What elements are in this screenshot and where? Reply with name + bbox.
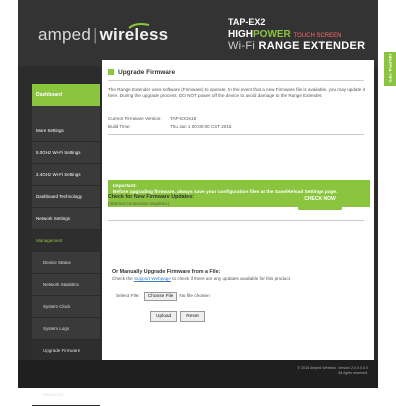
sidebar-item-2-4ghz[interactable]: 2.4GHz Wi-Fi Settings (32, 164, 100, 186)
build-time-value: Thu Jan 1 00:00:00 CST 2015 (170, 124, 232, 129)
sidebar-item-system-clock[interactable]: System Clock (32, 296, 100, 318)
sidebar-dashboard[interactable]: Dashboard (32, 84, 100, 106)
sidebar-item-5ghz[interactable]: 5.0GHz Wi-Fi Settings (32, 142, 100, 164)
file-name-status: No file chosen (179, 294, 210, 299)
divider (108, 220, 364, 221)
sidebar-item-device-status[interactable]: Device Status (32, 252, 100, 274)
header: amped | wireless TAP-EX2 HIGHPOWER TOUCH S… (18, 0, 378, 66)
manual-upgrade-title: Or Manually Upgrade Firmware from a File… (112, 269, 221, 275)
footer: © 2015 Amped Wireless. Version 2.0.0.0.0… (18, 360, 378, 388)
build-time-label: Build Time: (108, 124, 131, 129)
sidebar: Dashboard More Settings 5.0GHz Wi-Fi Set… (32, 84, 100, 406)
tagline-highpower: HIGHPOWER TOUCH SCREEN (228, 29, 342, 40)
sidebar-item-system-logs[interactable]: System Logs (32, 318, 100, 340)
brand-left: amped (38, 25, 91, 44)
main-content: Upgrade Firmware The Range Extender uses… (102, 60, 374, 360)
page-title: Upgrade Firmware (108, 69, 175, 76)
firmware-info: Current Firmware Version: TAP-EX2v19 Buil… (108, 116, 231, 132)
model-name: TAP-EX2 (228, 17, 266, 27)
current-version-label: Current Firmware Version: (108, 116, 162, 121)
select-file-label: Select File: (116, 294, 140, 299)
support-webpage-link[interactable]: Support Webpage (134, 276, 171, 281)
sidebar-item-network-statistics[interactable]: Network Statistics (32, 274, 100, 296)
reset-button[interactable]: Reset (180, 311, 205, 322)
product-title: TAP-EX2 HIGHPOWER TOUCH SCREEN Wi-Fi RAN… (228, 17, 368, 52)
helpful-tips-tab[interactable]: HELPFUL TIPS (384, 52, 396, 86)
tagline-range-extender: Wi-Fi RANGE EXTENDER (228, 40, 366, 52)
choose-file-button[interactable]: Choose File (143, 292, 178, 301)
brand-separator: | (92, 25, 98, 44)
check-updates-note: (Internet connection required.) (108, 201, 170, 206)
title-square-icon (108, 69, 114, 75)
description-text: The Range Extender uses software (Firmwa… (108, 87, 365, 99)
sidebar-item-network-settings[interactable]: Network Settings (32, 208, 100, 230)
check-updates-title: Check for New Firmware Updates: (108, 194, 194, 200)
manual-upgrade-note: Check the Support Webpage to check if th… (112, 276, 292, 281)
upload-actions: Upload Reset (150, 304, 208, 322)
sidebar-item-dashboard-tech[interactable]: Dashboard Technology (32, 186, 100, 208)
current-version-value: TAP-EX2v19 (170, 116, 197, 121)
sidebar-item-more-settings[interactable]: More Settings (32, 120, 100, 142)
divider (108, 80, 364, 81)
sidebar-item-upgrade-firmware[interactable]: Upgrade Firmware (32, 340, 100, 362)
file-select-row: Select File: Choose File No file chosen (116, 292, 210, 301)
divider (108, 134, 364, 135)
check-now-button[interactable]: CHECK NOW (298, 194, 342, 210)
swoosh-logo-icon (128, 23, 150, 29)
sidebar-item-management[interactable]: Management (32, 230, 100, 252)
upload-button[interactable]: Upload (150, 311, 178, 322)
copyright: © 2015 Amped Wireless. Version 2.0.0.0.0… (297, 366, 368, 376)
